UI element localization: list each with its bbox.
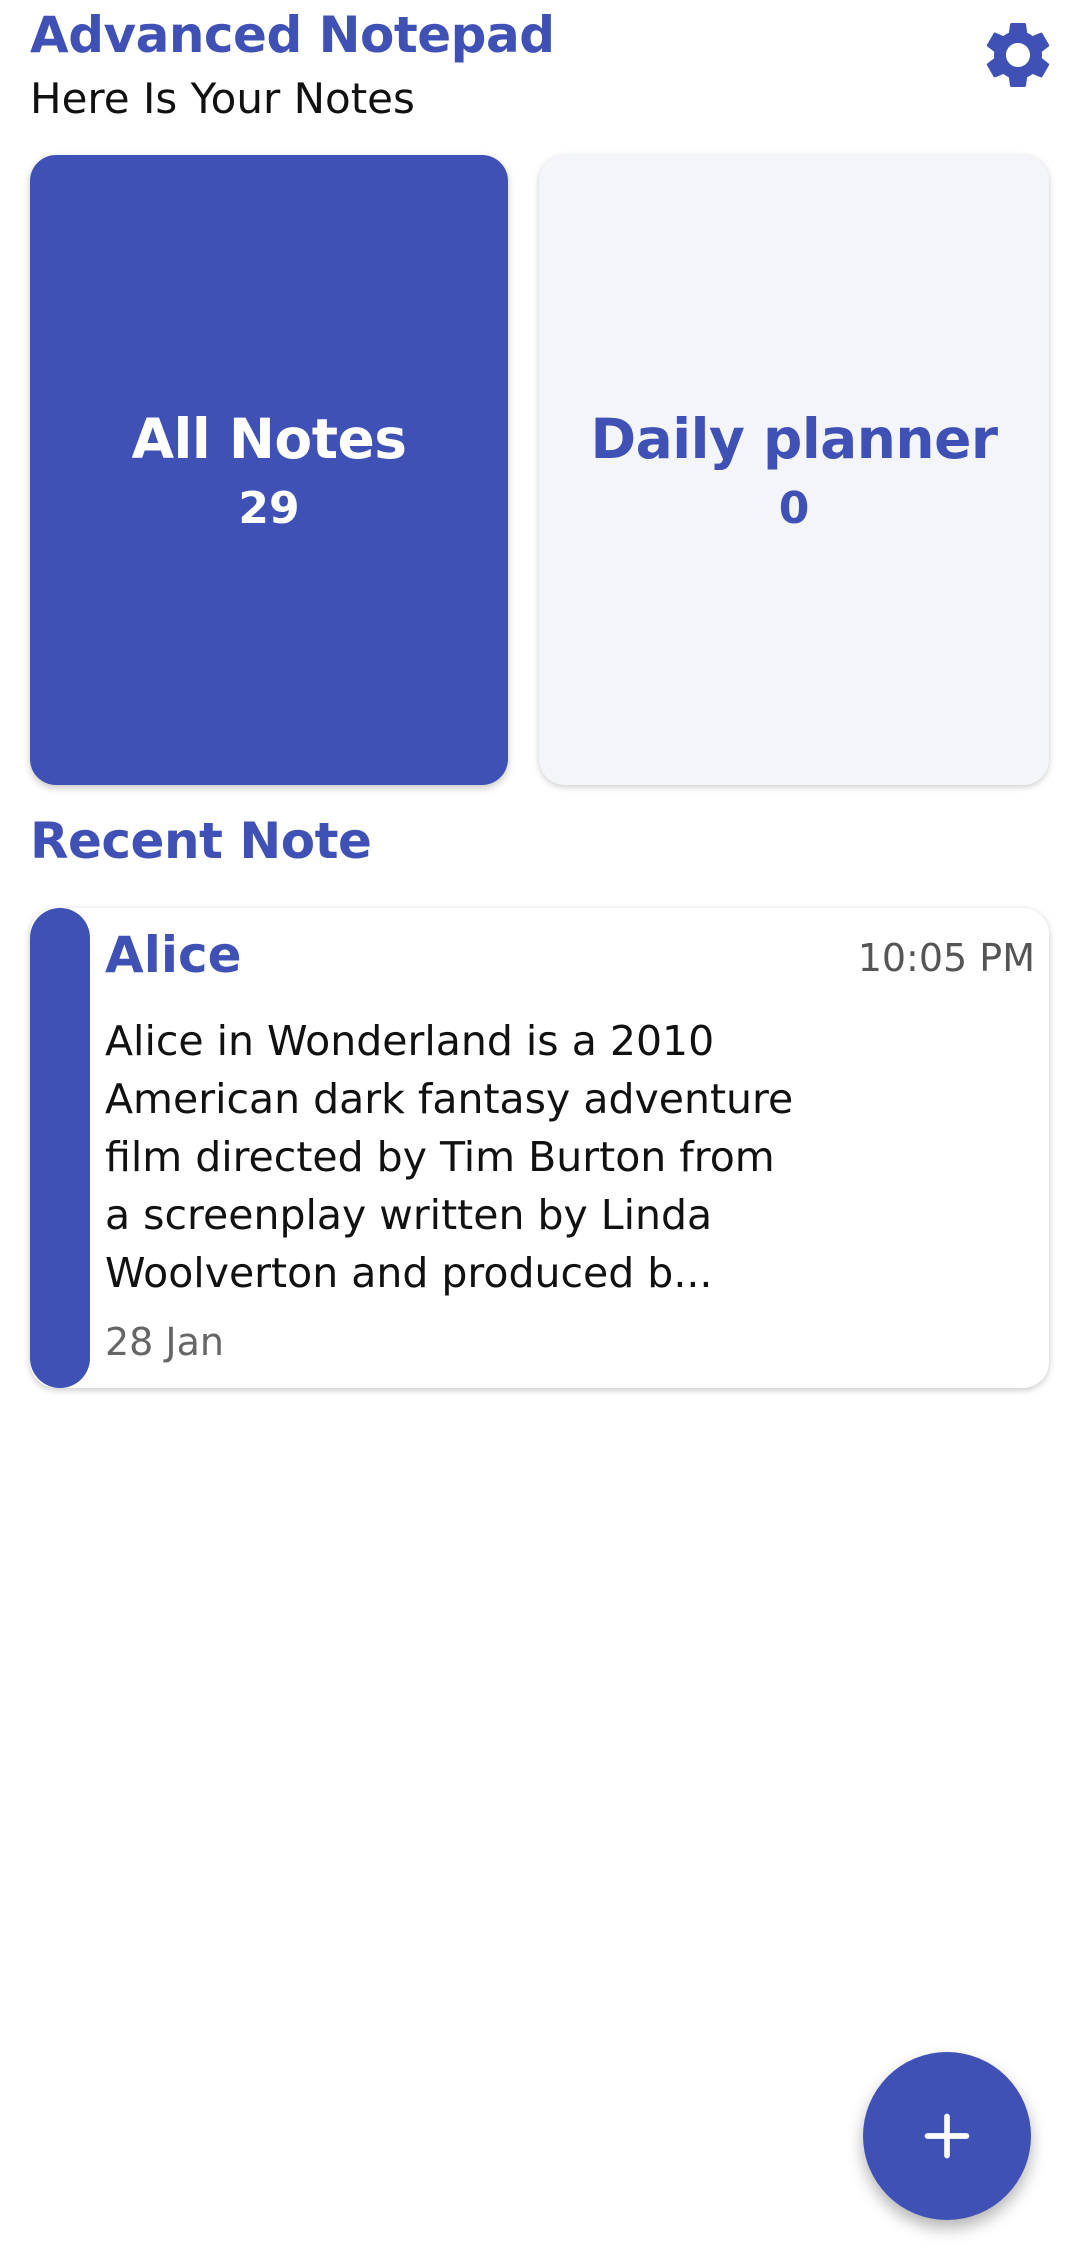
- daily-planner-tile[interactable]: Daily planner 0: [539, 155, 1049, 785]
- note-preview-line: film directed by Tim Burton from: [105, 1133, 775, 1181]
- note-time: 10:05 PM: [857, 936, 1035, 980]
- recent-note-heading: Recent Note: [30, 812, 372, 870]
- add-note-button[interactable]: [863, 2052, 1031, 2220]
- note-preview-line: a screenplay written by Linda: [105, 1191, 713, 1239]
- all-notes-count: 29: [238, 482, 300, 534]
- note-accent-bar: [30, 908, 90, 1388]
- note-title: Alice: [105, 926, 242, 984]
- home-screen: Advanced Notepad Here Is Your Notes All …: [0, 0, 1079, 2267]
- app-subtitle: Here Is Your Notes: [30, 74, 415, 123]
- all-notes-tile[interactable]: All Notes 29: [30, 155, 508, 785]
- daily-planner-count: 0: [778, 482, 810, 534]
- gear-icon: [986, 22, 1050, 87]
- note-preview-line: American dark fantasy adventure: [105, 1075, 794, 1123]
- note-preview: Alice in Wonderland is a 2010 American d…: [105, 1012, 855, 1302]
- plus-icon: [924, 2113, 970, 2159]
- note-date: 28 Jan: [105, 1320, 225, 1364]
- app-title: Advanced Notepad: [30, 6, 555, 64]
- note-preview-line: Woolverton and produced b...: [105, 1249, 713, 1297]
- daily-planner-label: Daily planner: [590, 406, 998, 471]
- recent-note-card[interactable]: Alice 10:05 PM Alice in Wonderland is a …: [30, 908, 1049, 1388]
- settings-button[interactable]: [975, 12, 1061, 98]
- note-preview-line: Alice in Wonderland is a 2010: [105, 1017, 715, 1065]
- all-notes-label: All Notes: [131, 406, 407, 471]
